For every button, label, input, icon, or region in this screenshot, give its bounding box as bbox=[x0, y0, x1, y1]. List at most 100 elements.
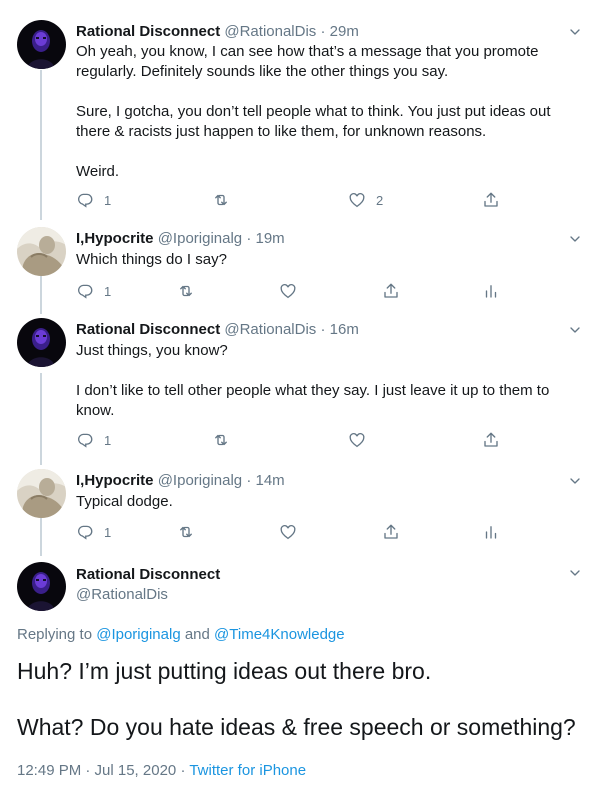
timestamp[interactable]: 19m bbox=[256, 230, 285, 247]
like-button[interactable]: 2 bbox=[348, 190, 383, 210]
chevron-down-icon[interactable] bbox=[567, 24, 583, 40]
reply-icon bbox=[76, 431, 94, 449]
retweet-button[interactable] bbox=[177, 522, 195, 542]
analytics-icon bbox=[482, 282, 500, 300]
replying-and: and bbox=[184, 626, 210, 643]
reply-count: 1 bbox=[104, 192, 112, 208]
tweet-text: Just things, you know? I don’t like to t… bbox=[76, 341, 576, 421]
tweet-actions: 1 bbox=[76, 281, 576, 301]
like-icon bbox=[279, 523, 297, 541]
reply-button[interactable]: 1 bbox=[76, 522, 111, 542]
timestamp[interactable]: 12:49 PM · Jul 15, 2020 bbox=[17, 762, 176, 779]
reply-count: 1 bbox=[104, 283, 112, 299]
avatar[interactable] bbox=[17, 318, 66, 367]
separator: · bbox=[180, 762, 186, 779]
mention-link[interactable]: @Iporiginalg bbox=[96, 626, 180, 643]
chevron-down-icon[interactable] bbox=[567, 565, 583, 581]
handle[interactable]: @RationalDis bbox=[224, 23, 316, 40]
avatar[interactable] bbox=[17, 562, 66, 611]
tweet-paragraph: Sure, I gotcha, you don’t tell people wh… bbox=[76, 103, 551, 140]
handle[interactable]: @Iporiginalg bbox=[158, 230, 242, 247]
tweet-header: I,Hypocrite @Iporiginalg · 19m bbox=[76, 229, 285, 249]
tweet-paragraph: Oh yeah, you know, I can see how that’s … bbox=[76, 43, 539, 80]
reply-icon bbox=[76, 191, 94, 209]
retweet-icon bbox=[177, 523, 195, 541]
display-name[interactable]: Rational Disconnect bbox=[76, 321, 220, 338]
analytics-icon bbox=[482, 523, 500, 541]
thread-line bbox=[40, 70, 42, 220]
tweet-text: Which things do I say? bbox=[76, 250, 576, 270]
share-icon bbox=[382, 523, 400, 541]
tweet-text: Oh yeah, you know, I can see how that’s … bbox=[76, 42, 576, 182]
timestamp[interactable]: 16m bbox=[330, 321, 359, 338]
reply-button[interactable]: 1 bbox=[76, 430, 111, 450]
analytics-button[interactable] bbox=[482, 522, 500, 542]
tweet-paragraph: I don’t like to tell other people what t… bbox=[76, 382, 550, 419]
display-name[interactable]: Rational Disconnect bbox=[76, 565, 220, 585]
tweet-header: Rational Disconnect @RationalDis · 16m bbox=[76, 320, 359, 340]
like-icon bbox=[348, 431, 366, 449]
reply-icon bbox=[76, 523, 94, 541]
like-icon bbox=[279, 282, 297, 300]
handle[interactable]: @Iporiginalg bbox=[158, 472, 242, 489]
separator: · bbox=[320, 23, 326, 40]
reply-icon bbox=[76, 282, 94, 300]
main-tweet-text: Huh? I’m just putting ideas out there br… bbox=[17, 657, 597, 741]
display-name[interactable]: Rational Disconnect bbox=[76, 23, 220, 40]
replying-prefix: Replying to bbox=[17, 626, 93, 643]
reply-count: 1 bbox=[104, 524, 112, 540]
chevron-down-icon[interactable] bbox=[567, 322, 583, 338]
avatar[interactable] bbox=[17, 227, 66, 276]
reply-button[interactable]: 1 bbox=[76, 281, 111, 301]
analytics-button[interactable] bbox=[482, 281, 500, 301]
like-button[interactable] bbox=[279, 522, 297, 542]
display-name[interactable]: I,Hypocrite bbox=[76, 230, 154, 247]
share-icon bbox=[482, 191, 500, 209]
like-icon bbox=[348, 191, 366, 209]
tweet-header: I,Hypocrite @Iporiginalg · 14m bbox=[76, 471, 285, 491]
share-button[interactable] bbox=[382, 281, 400, 301]
like-count: 2 bbox=[376, 192, 384, 208]
like-button[interactable] bbox=[348, 430, 366, 450]
source-link[interactable]: Twitter for iPhone bbox=[189, 762, 306, 779]
retweet-button[interactable] bbox=[212, 430, 230, 450]
thread-line bbox=[40, 514, 42, 556]
timestamp[interactable]: 14m bbox=[256, 472, 285, 489]
share-icon bbox=[382, 282, 400, 300]
tweet-actions: 1 bbox=[76, 430, 576, 450]
tweet-actions: 1 bbox=[76, 522, 576, 542]
retweet-button[interactable] bbox=[177, 281, 195, 301]
tweet-paragraph: Weird. bbox=[76, 163, 120, 180]
retweet-icon bbox=[177, 282, 195, 300]
share-button[interactable] bbox=[382, 522, 400, 542]
timestamp[interactable]: 29m bbox=[330, 23, 359, 40]
chevron-down-icon[interactable] bbox=[567, 231, 583, 247]
avatar[interactable] bbox=[17, 469, 66, 518]
tweet-paragraph: Just things, you know? bbox=[76, 342, 228, 359]
tweet-paragraph: What? Do you hate ideas & free speech or… bbox=[17, 714, 576, 740]
share-button[interactable] bbox=[482, 190, 500, 210]
replying-to: Replying to @Iporiginalg and @Time4Knowl… bbox=[17, 625, 345, 645]
tweet-paragraph: Typical dodge. bbox=[76, 493, 173, 510]
separator: · bbox=[246, 230, 252, 247]
mention-link[interactable]: @Time4Knowledge bbox=[214, 626, 345, 643]
tweet-paragraph: Huh? I’m just putting ideas out there br… bbox=[17, 658, 432, 684]
tweet-actions: 1 2 bbox=[76, 190, 576, 210]
tweet-meta: 12:49 PM · Jul 15, 2020 · Twitter for iP… bbox=[17, 761, 306, 781]
reply-button[interactable]: 1 bbox=[76, 190, 111, 210]
tweet-paragraph: Which things do I say? bbox=[76, 251, 227, 268]
retweet-icon bbox=[212, 191, 230, 209]
share-button[interactable] bbox=[482, 430, 500, 450]
chevron-down-icon[interactable] bbox=[567, 473, 583, 489]
avatar[interactable] bbox=[17, 20, 66, 69]
tweet-header: Rational Disconnect @RationalDis · 29m bbox=[76, 22, 359, 42]
like-button[interactable] bbox=[279, 281, 297, 301]
share-icon bbox=[482, 431, 500, 449]
retweet-button[interactable] bbox=[212, 190, 230, 210]
display-name[interactable]: I,Hypocrite bbox=[76, 472, 154, 489]
handle[interactable]: @RationalDis bbox=[76, 585, 168, 605]
separator: · bbox=[246, 472, 252, 489]
handle[interactable]: @RationalDis bbox=[224, 321, 316, 338]
retweet-icon bbox=[212, 431, 230, 449]
tweet-text: Typical dodge. bbox=[76, 492, 576, 512]
